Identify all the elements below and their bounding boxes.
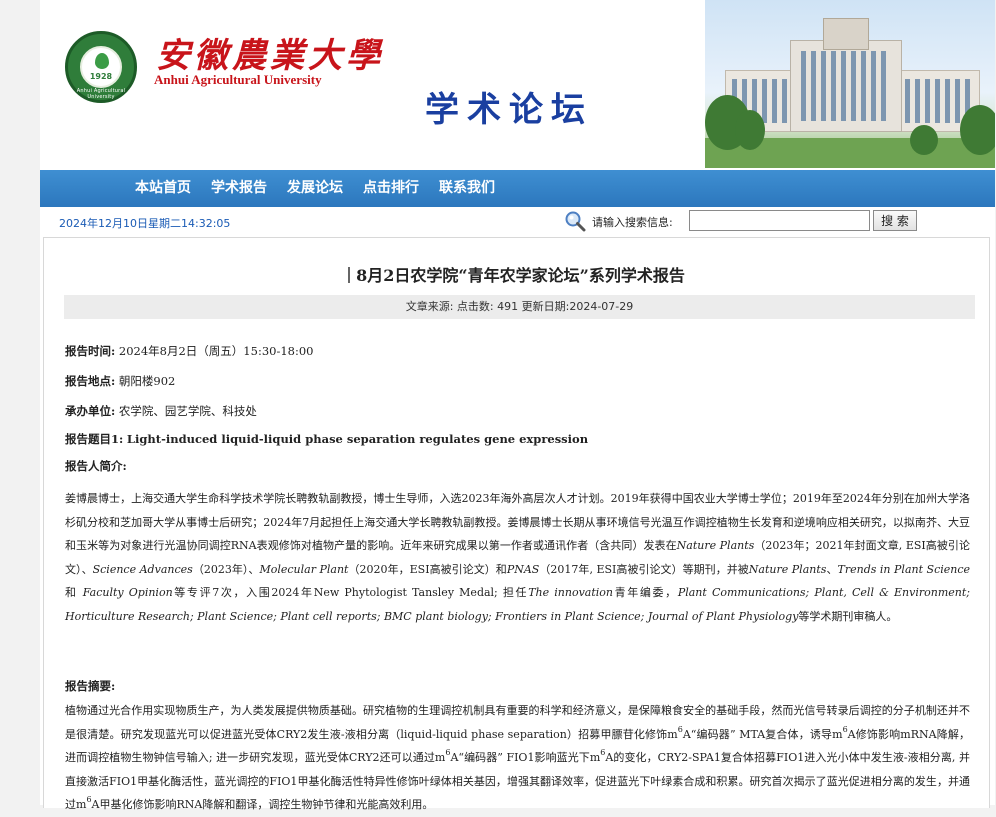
field-report-topic: 报告题目1: Light-induced liquid-liquid phase… bbox=[65, 431, 588, 447]
abstract-heading: 报告摘要: bbox=[65, 678, 115, 694]
tree bbox=[735, 110, 765, 150]
field-label: 承办单位: bbox=[65, 404, 116, 418]
article: 8月2日农学院“青年农学家论坛”系列学术报告 文章来源: 点击数: 491 更新… bbox=[43, 237, 990, 811]
search-label: 请输入搜索信息: bbox=[592, 216, 673, 229]
field-label: 报告地点: bbox=[65, 374, 116, 388]
title-marker bbox=[348, 267, 351, 283]
field-value: 2024年8月2日（周五）15:30-18:00 bbox=[118, 344, 314, 358]
field-report-location: 报告地点: 朝阳楼902 bbox=[65, 373, 175, 389]
field-value: 农学院、园艺学院、科技处 bbox=[118, 404, 257, 418]
university-name-en: Anhui Agricultural University bbox=[154, 72, 322, 87]
site-header: 1928 Anhui Agricultural University 安徽農業大… bbox=[40, 0, 995, 168]
article-meta: 文章来源: 点击数: 491 更新日期:2024-07-29 bbox=[64, 295, 975, 319]
field-label: 报告题目1: bbox=[65, 432, 124, 446]
search-bar: 2024年12月10日星期二14:32:05 请输入搜索信息: 搜 索 bbox=[40, 207, 995, 235]
field-value: Light-induced liquid-liquid phase separa… bbox=[126, 432, 589, 446]
university-name-cn: 安徽農業大學 bbox=[156, 36, 384, 76]
logo-ring-text: Anhui Agricultural University bbox=[76, 88, 126, 100]
page: 1928 Anhui Agricultural University 安徽農業大… bbox=[40, 0, 995, 811]
field-label: 报告人简介: bbox=[65, 459, 127, 473]
current-datetime: 2024年12月10日星期二14:32:05 bbox=[59, 217, 231, 230]
abstract-text: 植物通过光合作用实现物质生产，为人类发展提供物质基础。研究植物的生理调控机制具有… bbox=[65, 704, 971, 811]
abstract-label: 报告摘要: bbox=[65, 679, 116, 693]
search-icon bbox=[565, 211, 586, 232]
field-report-time: 报告时间: 2024年8月2日（周五）15:30-18:00 bbox=[65, 343, 313, 359]
building-tower bbox=[823, 18, 869, 50]
nav-item-contact[interactable]: 联系我们 bbox=[439, 170, 495, 207]
field-value: 朝阳楼902 bbox=[118, 374, 176, 388]
field-label: 报告时间: bbox=[65, 344, 116, 358]
nav-item-home[interactable]: 本站首页 bbox=[135, 170, 191, 207]
forum-title: 学术论坛 bbox=[425, 90, 593, 130]
logo-emblem: 1928 bbox=[80, 46, 122, 88]
search-button[interactable]: 搜 索 bbox=[873, 210, 917, 231]
field-organizer: 承办单位: 农学院、园艺学院、科技处 bbox=[65, 403, 257, 419]
main-nav: 本站首页 学术报告 发展论坛 点击排行 联系我们 bbox=[40, 170, 995, 207]
article-title: 8月2日农学院“青年农学家论坛”系列学术报告 bbox=[356, 266, 685, 285]
leaf-icon bbox=[95, 53, 109, 69]
nav-item-click-ranking[interactable]: 点击排行 bbox=[363, 170, 419, 207]
speaker-bio: 姜博晨博士，上海交通大学生命科学技术学院长聘教轨副教授，博士生导师，入选2023… bbox=[65, 492, 971, 623]
field-speaker-intro: 报告人简介: bbox=[65, 458, 127, 474]
article-title-wrap: 8月2日农学院“青年农学家论坛”系列学术报告 bbox=[44, 262, 989, 286]
search-input[interactable] bbox=[689, 210, 870, 231]
campus-building-image bbox=[705, 0, 995, 168]
nav-item-academic-reports[interactable]: 学术报告 bbox=[211, 170, 267, 207]
tree bbox=[910, 125, 938, 155]
tree bbox=[960, 105, 995, 155]
nav-item-development-forum[interactable]: 发展论坛 bbox=[287, 170, 343, 207]
building-main bbox=[790, 40, 902, 132]
university-logo[interactable]: 1928 Anhui Agricultural University bbox=[65, 31, 137, 103]
logo-year: 1928 bbox=[89, 72, 113, 81]
